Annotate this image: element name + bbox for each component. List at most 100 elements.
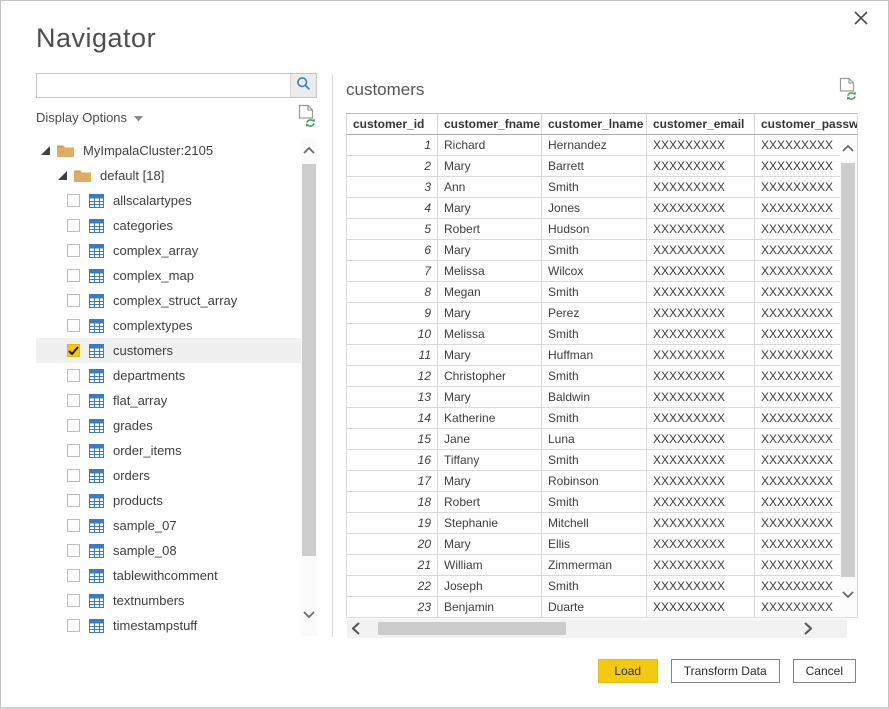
cell: 15: [346, 428, 438, 450]
search-input[interactable]: [37, 74, 290, 97]
close-icon[interactable]: [854, 11, 872, 29]
tree-item-sample_08[interactable]: sample_08: [36, 538, 302, 563]
cancel-button[interactable]: Cancel: [792, 659, 856, 683]
tree-item-schema-default[interactable]: default [18]: [36, 163, 302, 188]
tree-item-orders[interactable]: orders: [36, 463, 302, 488]
tree-item-textnumbers[interactable]: textnumbers: [36, 588, 302, 613]
cell: Melissa: [437, 260, 542, 282]
table-row: 5 Robert Hudson XXXXXXXXX XXXXXXXXX: [346, 218, 858, 240]
tree-item-departments[interactable]: departments: [36, 363, 302, 388]
checkbox[interactable]: [67, 519, 80, 532]
cell: Melissa: [437, 323, 542, 345]
checkbox[interactable]: [67, 494, 80, 507]
search-icon: [296, 76, 311, 96]
cell: Jane: [437, 428, 542, 450]
cell: 2: [346, 155, 438, 177]
table-row: 10 Melissa Smith XXXXXXXXX XXXXXXXXX: [346, 323, 858, 345]
table-row: 3 Ann Smith XXXXXXXXX XXXXXXXXX: [346, 176, 858, 198]
cell: 4: [346, 197, 438, 219]
expand-arrow-icon[interactable]: [41, 146, 50, 155]
cell: XXXXXXXXX: [646, 596, 755, 618]
table-row: 8 Megan Smith XXXXXXXXX XXXXXXXXX: [346, 281, 858, 303]
checkbox-checked[interactable]: [67, 344, 80, 357]
table-row: 12 Christopher Smith XXXXXXXXX XXXXXXXXX: [346, 365, 858, 387]
checkbox[interactable]: [67, 294, 80, 307]
tree-scrollbar-thumb[interactable]: [302, 164, 316, 556]
scroll-down-icon[interactable]: [303, 607, 315, 621]
checkbox[interactable]: [67, 544, 80, 557]
tree-item-timestampstuff[interactable]: timestampstuff: [36, 613, 302, 638]
scroll-up-icon[interactable]: [303, 143, 315, 157]
search-button[interactable]: [290, 74, 316, 97]
table-body: 1 Richard Hernandez XXXXXXXXX XXXXXXXXX 2 Mary…: [346, 134, 858, 618]
cell: 14: [346, 407, 438, 429]
load-button[interactable]: Load: [597, 659, 658, 683]
checkbox[interactable]: [67, 594, 80, 607]
cell: Smith: [541, 575, 647, 597]
checkbox[interactable]: [67, 394, 80, 407]
tree-item-allscalartypes[interactable]: allscalartypes: [36, 188, 302, 213]
cell: 8: [346, 281, 438, 303]
preview-h-scrollbar-thumb[interactable]: [378, 622, 566, 635]
cell: XXXXXXXXX: [646, 239, 755, 261]
checkbox[interactable]: [67, 444, 80, 457]
checkbox[interactable]: [67, 369, 80, 382]
scroll-down-icon[interactable]: [842, 587, 854, 601]
table-header-row: customer_id customer_fname customer_lname c…: [346, 113, 858, 135]
preview-v-scrollbar[interactable]: [840, 135, 857, 617]
scroll-up-icon[interactable]: [842, 141, 854, 155]
tree-item-cluster[interactable]: MyImpalaCluster:2105: [36, 138, 302, 163]
checkbox[interactable]: [67, 569, 80, 582]
cell: 10: [346, 323, 438, 345]
preview-v-scrollbar-thumb[interactable]: [841, 163, 855, 577]
display-options-dropdown[interactable]: Display Options: [36, 107, 144, 127]
tree-item-customers[interactable]: customers: [36, 338, 302, 363]
scroll-left-icon[interactable]: [351, 622, 360, 640]
column-header-customer_lname: customer_lname: [541, 113, 647, 135]
panel-divider: [332, 74, 333, 637]
scroll-right-icon[interactable]: [804, 622, 813, 640]
cell: XXXXXXXXX: [646, 260, 755, 282]
cell: 13: [346, 386, 438, 408]
preview-h-scrollbar[interactable]: [347, 619, 847, 638]
tree-item-grades[interactable]: grades: [36, 413, 302, 438]
tree-item-order_items[interactable]: order_items: [36, 438, 302, 463]
tree-item-complex_struct_array[interactable]: complex_struct_array: [36, 288, 302, 313]
cell: Mary: [437, 386, 542, 408]
tree-item-complextypes[interactable]: complextypes: [36, 313, 302, 338]
tree-item-complex_map[interactable]: complex_map: [36, 263, 302, 288]
tree-item-sample_07[interactable]: sample_07: [36, 513, 302, 538]
table-icon: [89, 293, 104, 308]
checkbox[interactable]: [67, 319, 80, 332]
cell: Luna: [541, 428, 647, 450]
cell: XXXXXXXXX: [646, 533, 755, 555]
cell: Mary: [437, 155, 542, 177]
table-icon: [89, 268, 104, 283]
checkbox[interactable]: [67, 194, 80, 207]
tree-item-complex_array[interactable]: complex_array: [36, 238, 302, 263]
tree-item-flat_array[interactable]: flat_array: [36, 388, 302, 413]
table-icon: [89, 368, 104, 383]
transform-data-button[interactable]: Transform Data: [670, 659, 780, 683]
checkbox[interactable]: [67, 269, 80, 282]
page-title: Navigator: [36, 23, 157, 53]
checkbox[interactable]: [67, 469, 80, 482]
table-row: 9 Mary Perez XXXXXXXXX XXXXXXXXX: [346, 302, 858, 324]
tree-item-tablewithcomment[interactable]: tablewithcomment: [36, 563, 302, 588]
cell: 11: [346, 344, 438, 366]
expand-arrow-icon[interactable]: [58, 171, 67, 180]
checkbox[interactable]: [67, 619, 80, 632]
refresh-tree-icon[interactable]: [298, 104, 317, 132]
cell: Mary: [437, 470, 542, 492]
tree-item-categories[interactable]: categories: [36, 213, 302, 238]
cell: 6: [346, 239, 438, 261]
cell: XXXXXXXXX: [646, 302, 755, 324]
refresh-preview-icon[interactable]: [839, 77, 858, 105]
checkbox[interactable]: [67, 219, 80, 232]
table-row: 20 Mary Ellis XXXXXXXXX XXXXXXXXX: [346, 533, 858, 555]
checkbox[interactable]: [67, 419, 80, 432]
tree-scrollbar[interactable]: [301, 139, 317, 636]
checkbox[interactable]: [67, 244, 80, 257]
cell: Duarte: [541, 596, 647, 618]
tree-item-products[interactable]: products: [36, 488, 302, 513]
